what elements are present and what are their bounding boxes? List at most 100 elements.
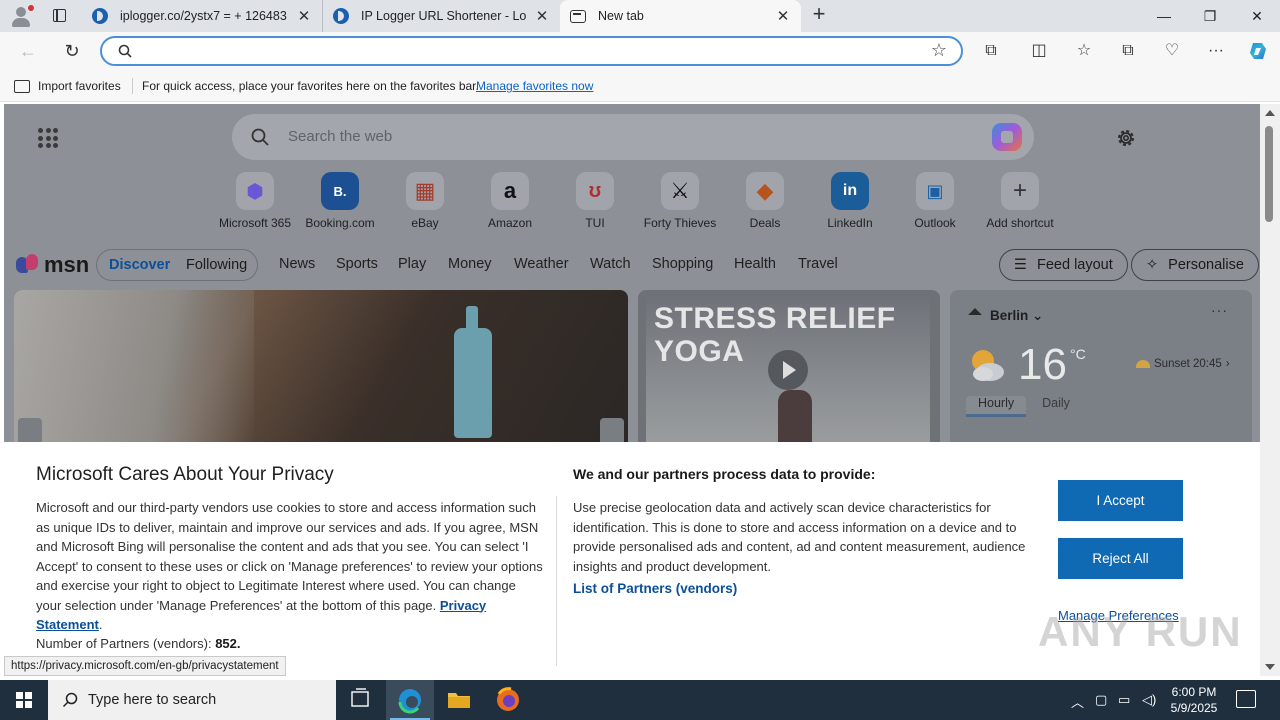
shortcut-label: TUI — [585, 216, 605, 230]
shortcut-ebay[interactable]: ▦ eBay — [382, 172, 468, 230]
gear-icon[interactable] — [1114, 126, 1138, 150]
shortcut-microsoft-365[interactable]: ⬢ Microsoft 365 — [212, 172, 298, 230]
edge-taskbar-icon[interactable] — [386, 680, 434, 720]
tab-ip-logger-shortener[interactable]: IP Logger URL Shortener - Log and ✕ — [322, 0, 560, 32]
close-icon[interactable]: ✕ — [296, 7, 312, 25]
weather-card[interactable]: Berlin ⌄ ··· 16 °C Sunset 20:45 › Hourly… — [950, 290, 1252, 450]
more-options-icon[interactable]: ··· — [1211, 302, 1228, 318]
notification-icon[interactable] — [1236, 690, 1256, 708]
category-sports[interactable]: Sports — [336, 256, 378, 272]
split-screen-icon[interactable]: ◫ — [1026, 38, 1052, 64]
volume-icon[interactable]: ◁) — [1142, 692, 1156, 708]
edge-site-icon — [333, 8, 349, 24]
shortcut-linkedin[interactable]: in LinkedIn — [807, 172, 893, 230]
scroll-down-icon[interactable] — [1265, 664, 1275, 670]
taskbar-search[interactable]: Type here to search — [48, 680, 336, 720]
clock-time: 6:00 PM — [1171, 685, 1217, 699]
extensions-icon[interactable]: ⧉ — [978, 38, 1004, 64]
hero-image-bottle — [454, 306, 492, 438]
favorites-bar-message: For quick access, place your favorites h… — [142, 79, 479, 93]
hero-image-figure — [14, 290, 254, 450]
app-launcher-icon[interactable] — [38, 128, 58, 148]
msn-butterfly-icon — [16, 254, 40, 276]
address-input[interactable] — [142, 42, 922, 60]
tab-title: New tab — [598, 9, 644, 23]
add-shortcut-button[interactable]: + Add shortcut — [977, 172, 1063, 230]
profile-icon[interactable] — [8, 4, 34, 28]
amazon-icon: a — [491, 172, 529, 210]
copilot-icon[interactable] — [1245, 38, 1271, 64]
video-card[interactable]: STRESS RELIEF YOGA — [638, 290, 940, 450]
tab-iplogger[interactable]: iplogger.co/2ystx7 = + 126483 ✕ — [82, 0, 322, 32]
category-weather[interactable]: Weather — [514, 256, 569, 272]
more-menu-icon[interactable]: ··· — [1203, 38, 1229, 64]
shortcut-tui[interactable]: ʊ TUI — [552, 172, 638, 230]
category-health[interactable]: Health — [734, 256, 776, 272]
close-icon[interactable]: ✕ — [534, 7, 550, 25]
system-clock[interactable]: 6:00 PM 5/9/2025 — [1162, 684, 1226, 716]
tab-actions-icon[interactable] — [48, 6, 70, 26]
task-view-icon[interactable] — [336, 680, 384, 720]
hero-news-card[interactable] — [14, 290, 628, 450]
favorites-icon[interactable]: ☆ — [1071, 38, 1097, 64]
web-search-box[interactable]: Search the web — [232, 114, 1034, 160]
page-scrollbar[interactable] — [1260, 104, 1280, 676]
shortcut-forty-thieves[interactable]: ⚔ Forty Thieves — [637, 172, 723, 230]
firefox-icon[interactable] — [484, 680, 532, 720]
new-tab-button[interactable]: + — [808, 3, 830, 26]
network-icon[interactable]: ▭ — [1118, 692, 1130, 708]
personalise-button[interactable]: ✧ Personalise — [1131, 249, 1259, 281]
category-money[interactable]: Money — [448, 256, 492, 272]
shortcut-label: Amazon — [487, 216, 533, 230]
start-button[interactable] — [0, 680, 48, 720]
category-shopping[interactable]: Shopping — [652, 256, 713, 272]
list-of-partners-link[interactable]: List of Partners (vendors) — [573, 581, 737, 596]
weather-unit: °C — [1070, 346, 1086, 362]
taskbar-search-placeholder: Type here to search — [88, 692, 217, 708]
tab-daily[interactable]: Daily — [1042, 396, 1070, 417]
file-explorer-icon[interactable] — [435, 680, 483, 720]
privacy-title: Microsoft Cares About Your Privacy — [36, 464, 334, 485]
copilot-icon[interactable] — [992, 123, 1022, 151]
restore-button[interactable]: ❐ — [1187, 0, 1233, 32]
feed-tabs: Discover Following — [96, 249, 258, 281]
close-icon[interactable]: ✕ — [775, 7, 791, 25]
refresh-icon[interactable]: ↻ — [59, 38, 85, 64]
title-bar: iplogger.co/2ystx7 = + 126483 ✕ IP Logge… — [0, 0, 1280, 32]
tab-new-tab[interactable]: New tab ✕ — [560, 0, 801, 32]
shortcut-outlook[interactable]: ▣ Outlook — [892, 172, 978, 230]
reject-all-button[interactable]: Reject All — [1058, 538, 1183, 579]
shortcut-deals[interactable]: ◆ Deals — [722, 172, 808, 230]
play-icon[interactable] — [768, 350, 808, 390]
category-play[interactable]: Play — [398, 256, 426, 272]
accept-button[interactable]: I Accept — [1058, 480, 1183, 521]
category-watch[interactable]: Watch — [590, 256, 631, 272]
tab-discover[interactable]: Discover — [109, 257, 170, 273]
tab-following[interactable]: Following — [186, 257, 247, 273]
import-favorites-button[interactable]: Import favorites — [14, 79, 121, 93]
msn-logo[interactable]: msn — [16, 252, 89, 278]
import-icon — [14, 79, 30, 93]
weather-city[interactable]: Berlin ⌄ — [990, 308, 1043, 324]
close-window-button[interactable]: ✕ — [1234, 0, 1280, 32]
sparkle-icon: ✧ — [1146, 257, 1159, 273]
manage-favorites-link[interactable]: Manage favorites now — [476, 79, 593, 93]
minimize-button[interactable]: — — [1141, 0, 1187, 32]
back-arrow-icon[interactable]: ← — [15, 38, 41, 64]
scroll-thumb[interactable] — [1265, 126, 1273, 222]
shortcut-booking[interactable]: B. Booking.com — [297, 172, 383, 230]
scroll-up-icon[interactable] — [1265, 110, 1275, 116]
device-icon[interactable]: ▢ — [1095, 692, 1107, 708]
chevron-up-icon[interactable]: ︿ — [1071, 692, 1084, 711]
category-travel[interactable]: Travel — [798, 256, 838, 272]
shortcut-amazon[interactable]: a Amazon — [467, 172, 553, 230]
collections-icon[interactable]: ⧉ — [1115, 38, 1141, 64]
category-news[interactable]: News — [279, 256, 315, 272]
feed-layout-button[interactable]: ☰ Feed layout — [999, 249, 1128, 281]
address-bar[interactable]: ☆ — [100, 36, 963, 66]
favorite-star-icon[interactable]: ☆ — [931, 40, 947, 61]
tab-hourly[interactable]: Hourly — [966, 396, 1027, 417]
anyrun-watermark: ANY RUN — [1038, 608, 1243, 655]
browser-essentials-icon[interactable]: ♡ — [1159, 38, 1185, 64]
weather-temperature: 16 — [1018, 340, 1067, 389]
